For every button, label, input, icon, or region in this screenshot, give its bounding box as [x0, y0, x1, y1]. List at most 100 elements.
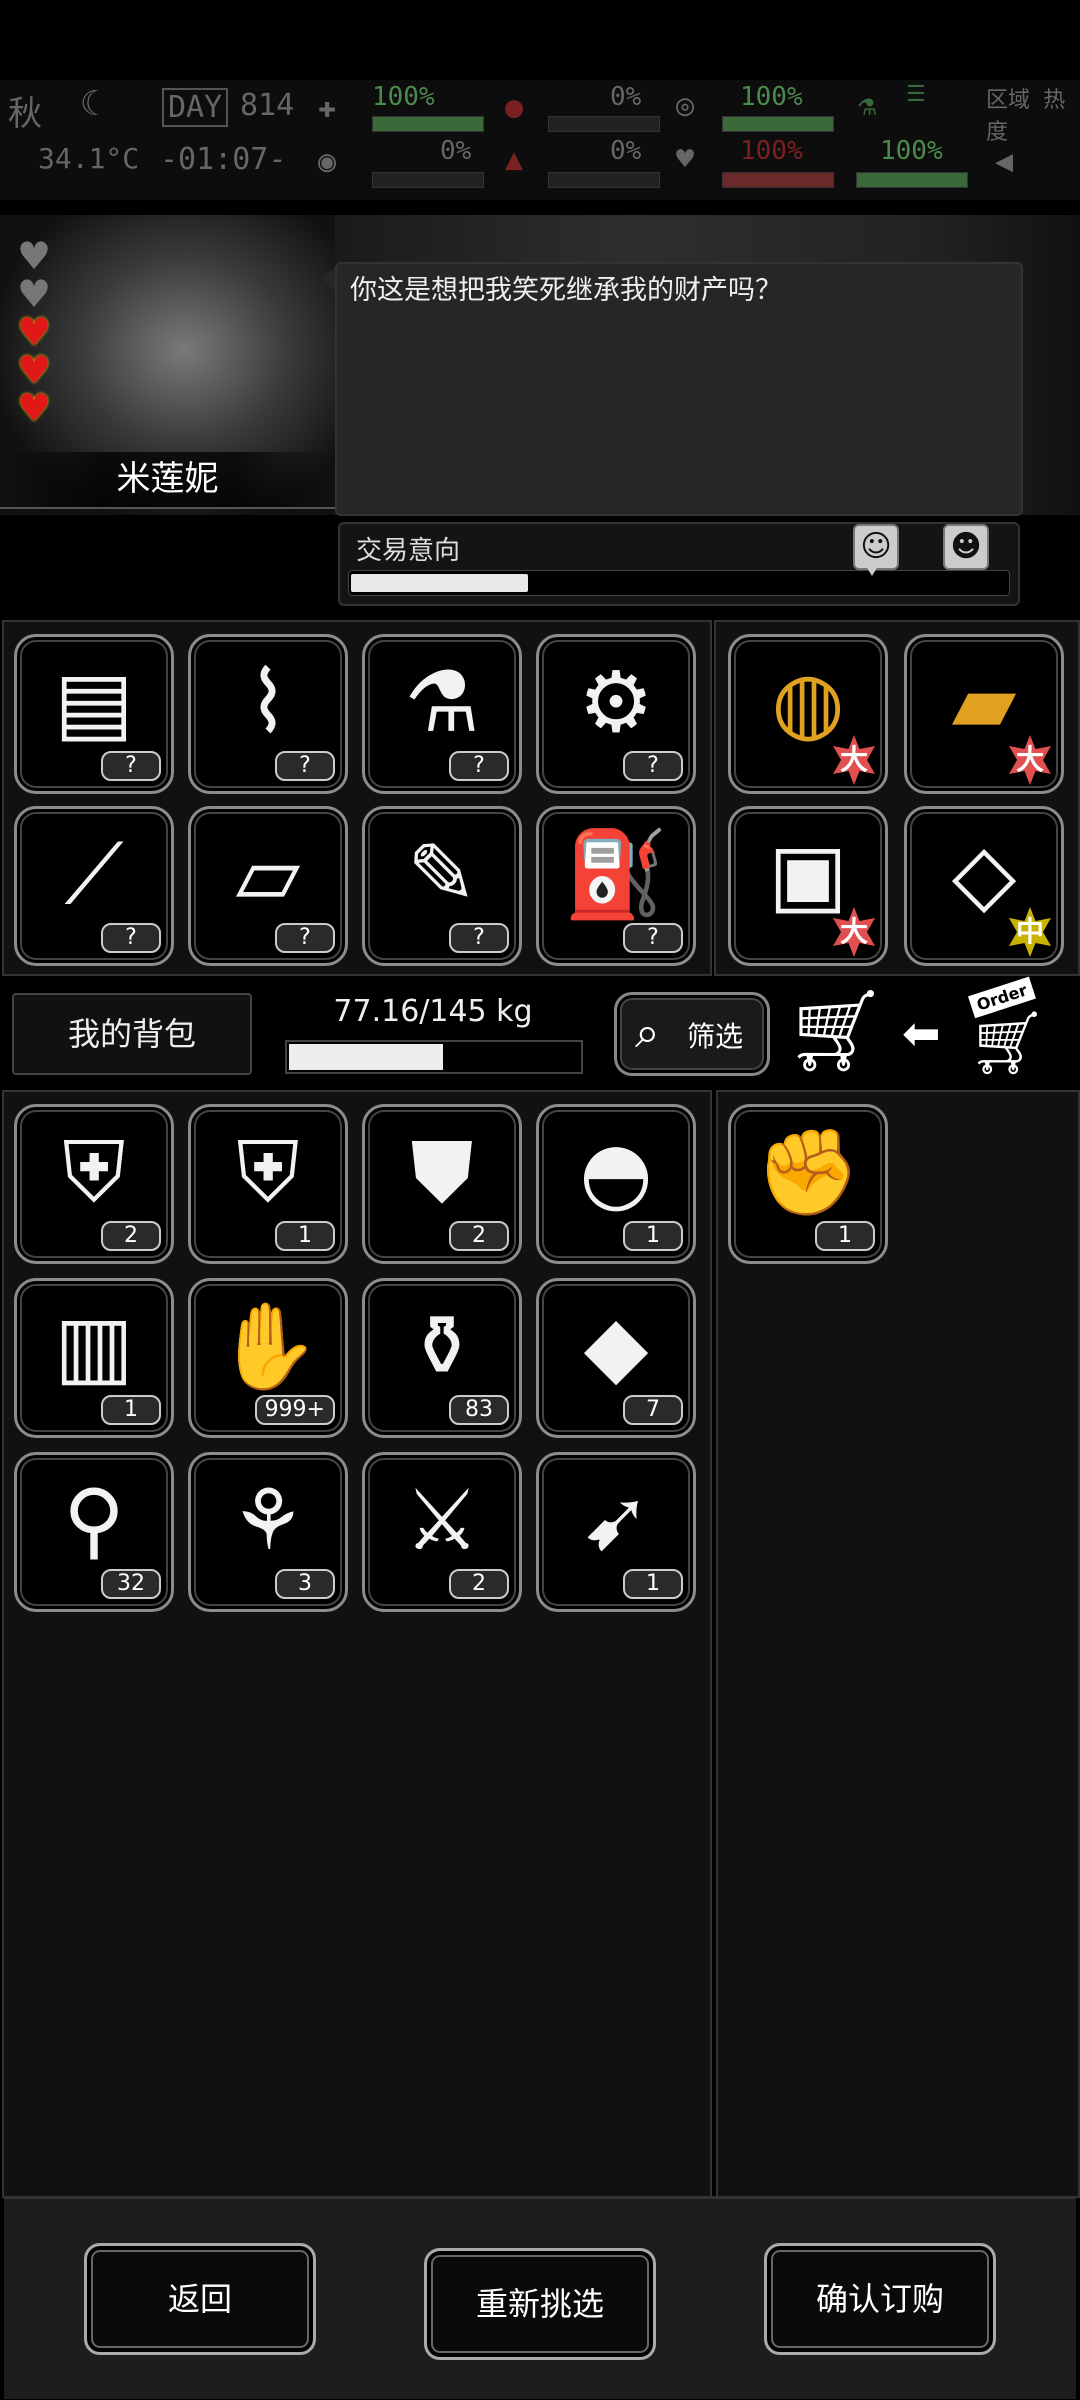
shop-item-slot[interactable]: ⚙?	[536, 634, 696, 794]
item-count-badge: 3	[275, 1569, 335, 1599]
bag-item-slot[interactable]: ➹ 1	[536, 1452, 696, 1612]
stripes-icon: ☰	[906, 82, 926, 107]
glue-tube-icon: ⚗	[404, 653, 480, 751]
bag-item-slot[interactable]: ⛨ 1	[188, 1104, 348, 1264]
bag-item-slot[interactable]: ⛊ 2	[362, 1104, 522, 1264]
shop-item-slot[interactable]: ▤?	[14, 634, 174, 794]
item-count-badge: ?	[275, 751, 335, 781]
mech-armor-icon: ⛨	[62, 1122, 126, 1221]
search-icon: ⌕	[635, 1007, 660, 1058]
stat-medkit-value: 100%	[372, 82, 435, 112]
bag-item-slot[interactable]: ⚲ 32	[14, 1452, 174, 1612]
bag-item-slot[interactable]: ⚔ 2	[362, 1452, 522, 1612]
order-cart-icon[interactable]: Order 🛒︎	[966, 976, 1062, 1079]
zone-heat-label: 区域 热度	[986, 88, 1066, 145]
weight-bar	[285, 1040, 583, 1074]
vest-icon: ▥	[54, 1297, 134, 1395]
drop-icon: ▲	[505, 142, 524, 177]
day-label: DAY	[162, 88, 229, 127]
happy-face-icon: ☻	[943, 524, 989, 570]
dialogue-text: 你这是想把我笑死继承我的财产吗？	[350, 275, 782, 306]
item-count-badge: 2	[449, 1221, 509, 1251]
bag-icon: ▣	[768, 825, 848, 923]
offer-item-slot[interactable]: ◍ 大	[728, 634, 888, 794]
rocket-launcher-icon: ➹	[580, 1471, 652, 1569]
heart-filled-icon: ♥	[16, 348, 52, 392]
moon-icon: ☾	[80, 84, 101, 124]
bag-item-slot[interactable]: ▥ 1	[14, 1278, 174, 1438]
cloth-icon: ▤	[54, 653, 134, 751]
blood-icon: ●	[505, 90, 524, 125]
item-count-badge: ?	[449, 923, 509, 953]
shop-item-slot[interactable]: ⌇?	[188, 634, 348, 794]
item-count-badge: ?	[101, 751, 161, 781]
shop-item-slot[interactable]: ⛽?	[536, 806, 696, 966]
brush-icon: ✎	[406, 825, 478, 923]
stat-flask-value: 100%	[880, 136, 943, 166]
shop-item-slot[interactable]: ⚗?	[362, 634, 522, 794]
eye-icon: ◉	[318, 144, 337, 179]
filter-button[interactable]: ⌕ 筛选	[614, 992, 770, 1076]
body-armor-icon: ⛊	[410, 1122, 474, 1221]
item-count-badge: 1	[275, 1221, 335, 1251]
shop-item-slot[interactable]: ⟋?	[14, 806, 174, 966]
heart-stat-icon: ♥	[676, 142, 695, 177]
spray-bottle-icon: ⛽	[563, 824, 669, 923]
shop-item-slot[interactable]: ▱?	[188, 806, 348, 966]
item-count-badge: ?	[101, 923, 161, 953]
paper-icon: ▱	[235, 825, 301, 923]
day-value: 814	[240, 88, 295, 123]
offer-item-slot[interactable]: ▰ 大	[904, 634, 1064, 794]
boots-icon: ⚘	[230, 1471, 306, 1569]
nails-icon: ⟋	[64, 824, 124, 923]
status-hud: 秋 ☾ DAY 814 34.1°C -01:07- ✚ 100% ● 0% ◎…	[0, 80, 1080, 200]
season-label: 秋	[8, 94, 42, 134]
item-count-badge: ?	[275, 923, 335, 953]
shop-item-slot[interactable]: ✎?	[362, 806, 522, 966]
bag-item-slot[interactable]: ⚱ 83	[362, 1278, 522, 1438]
zombie-arm-icon: ✊	[755, 1122, 861, 1221]
bag-item-slot[interactable]: ✋ 999+	[188, 1278, 348, 1438]
zombie-card-icon: ✋	[215, 1296, 321, 1395]
confirm-order-button[interactable]: 确认订购	[764, 2243, 996, 2355]
stat-stomach-value: 100%	[740, 82, 803, 112]
item-count-badge: ?	[623, 923, 683, 953]
cart-icon[interactable]: 🛒︎	[785, 986, 887, 1076]
item-count-badge: 1	[815, 1221, 875, 1251]
filter-label: 筛选	[687, 1020, 744, 1053]
weight-text: 77.16/145 kg	[333, 994, 533, 1029]
bag-item-slot[interactable]: ⛨ 2	[14, 1104, 174, 1264]
speaker-icon[interactable]: ◀	[995, 144, 1013, 179]
trade-intent-fill	[351, 574, 528, 592]
reselect-button[interactable]: 重新挑选	[424, 2248, 656, 2360]
item-count-badge: 32	[101, 1569, 161, 1599]
selected-item-slot[interactable]: ✊ 1	[728, 1104, 888, 1264]
flask-top-icon: ⚗	[858, 88, 877, 123]
item-count-badge: 1	[623, 1569, 683, 1599]
item-count-badge: 2	[449, 1569, 509, 1599]
bag-item-slot[interactable]: ◆ 7	[536, 1278, 696, 1438]
stat-drop-value: 0%	[610, 136, 642, 166]
heart-filled-icon: ♥	[16, 310, 52, 354]
back-button[interactable]: 返回	[84, 2243, 316, 2355]
affection-hearts: ♥ ♥ ♥ ♥ ♥	[14, 237, 62, 430]
offer-item-slot[interactable]: ▣ 大	[728, 806, 888, 966]
bag-item-slot[interactable]: ⚘ 3	[188, 1452, 348, 1612]
stomach-icon: ◎	[676, 88, 695, 123]
item-count-badge: 1	[623, 1221, 683, 1251]
item-count-badge: 83	[449, 1395, 509, 1425]
trade-intent-label: 交易意向	[356, 536, 461, 566]
item-count-badge: 2	[101, 1221, 161, 1251]
medkit-icon: ✚	[318, 90, 337, 125]
heart-empty-icon: ♥	[16, 272, 52, 316]
item-count-badge: 7	[623, 1395, 683, 1425]
coin-stack-icon: ◍	[771, 653, 845, 751]
offer-item-slot[interactable]: ◇ 中	[904, 806, 1064, 966]
my-bag-tab[interactable]: 我的背包	[12, 993, 252, 1075]
pipes-icon: ⌇	[247, 653, 289, 751]
bag-item-slot[interactable]: ◓ 1	[536, 1104, 696, 1264]
clock: -01:07-	[160, 142, 287, 177]
item-count-badge: ?	[623, 751, 683, 781]
scrap-parts-icon: ⚙	[578, 653, 654, 751]
heart-filled-icon: ♥	[16, 386, 52, 430]
